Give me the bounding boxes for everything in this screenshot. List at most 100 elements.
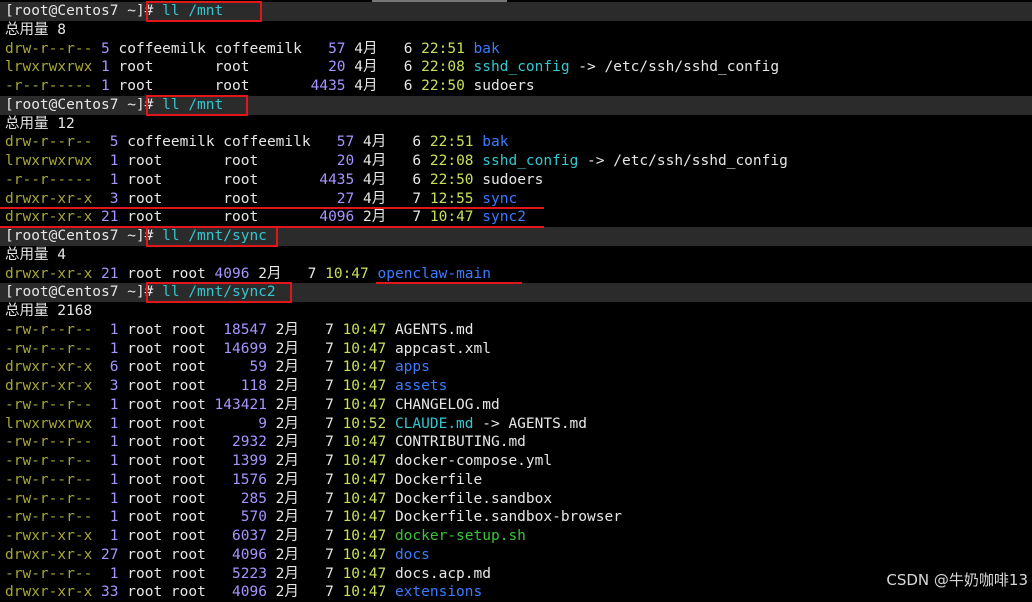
month: 2月: [275, 509, 299, 526]
file-name: Dockerfile: [394, 471, 483, 488]
day: 7: [298, 453, 334, 469]
time: 10:47: [342, 434, 387, 451]
file-entry: drw-r--r-- 5 coffeemilk coffeemilk 57 4月…: [5, 40, 500, 59]
group: root: [170, 565, 206, 582]
file-size: 1399: [205, 453, 267, 469]
file-name: assets: [394, 378, 448, 394]
file-name: openclaw-main: [377, 265, 492, 282]
file-entry: drw-r--r-- 5 coffeemilk coffeemilk 57 4月…: [5, 133, 508, 152]
owner: root: [127, 528, 163, 544]
file-name: sudoers: [473, 78, 535, 94]
annotation-underline: [0, 226, 544, 228]
terminal-window[interactable]: [root@Centos7 ~]# ll /mnt 总用量 8 drw-r--r--…: [0, 0, 1032, 601]
file-size: 20: [301, 59, 346, 76]
file-name: sync2: [482, 209, 526, 226]
permissions: -rwxr-xr-x: [5, 528, 93, 544]
link-count: 3: [92, 378, 119, 394]
day: 7: [386, 209, 422, 226]
file-size: 20: [310, 153, 355, 169]
month: 2月: [275, 321, 299, 338]
day: 6: [386, 134, 422, 151]
group: root: [170, 340, 206, 357]
link-count: 21: [92, 209, 119, 226]
permissions: -rw-r--r--: [5, 453, 93, 469]
group: root: [170, 528, 206, 544]
file-size: 57: [310, 134, 355, 151]
owner: root: [127, 471, 163, 488]
total-size: 总用量 8: [5, 21, 66, 38]
day: 6: [377, 40, 413, 57]
file-entry: drwxr-xr-x 21 root root 4096 2月 7 10:47 …: [5, 208, 526, 227]
file-size: 4096: [205, 546, 267, 563]
group: root: [170, 546, 206, 563]
link-count: 6: [92, 359, 119, 376]
time: 22:51: [421, 40, 465, 57]
link-count: 1: [92, 565, 119, 582]
file-name: bak: [482, 134, 509, 151]
permissions: -r--r-----: [5, 171, 93, 188]
time: 10:47: [342, 584, 387, 601]
file-size: 1576: [205, 471, 267, 488]
file-name: Dockerfile.sandbox-browser: [394, 509, 622, 526]
owner: root: [127, 415, 163, 432]
day: 7: [298, 434, 334, 451]
file-entry: lrwxrwxrwx 1 root root 20 4月 6 22:08 ssh…: [5, 58, 779, 77]
file-size: 285: [205, 490, 267, 507]
link-target: -> /etc/ssh/sshd_config: [578, 153, 788, 169]
owner: coffeemilk: [118, 40, 206, 57]
group: root: [223, 190, 311, 207]
file-name: sshd_config: [482, 153, 579, 169]
link-count: 1: [92, 78, 110, 94]
file-entry: -rw-r--r-- 1 root root 2932 2月 7 10:47 C…: [5, 433, 526, 452]
file-size: 14699: [205, 340, 267, 357]
link-count: 5: [92, 134, 119, 151]
group: root: [170, 509, 206, 526]
owner: root: [127, 153, 215, 169]
day: 7: [298, 471, 334, 488]
owner: root: [127, 378, 163, 394]
owner: root: [127, 546, 163, 563]
file-name: appcast.xml: [394, 340, 491, 357]
annotation-box: [146, 282, 292, 303]
file-entry: -rw-r--r-- 1 root root 1399 2月 7 10:47 d…: [5, 452, 552, 471]
owner: root: [127, 265, 163, 282]
owner: root: [127, 453, 163, 469]
shell-prompt: [root@Centos7 ~]#: [5, 284, 163, 301]
owner: root: [118, 78, 206, 94]
annotation-box: [146, 1, 262, 22]
permissions: -r--r-----: [5, 78, 93, 94]
link-count: 1: [92, 415, 119, 432]
time: 10:47: [342, 453, 387, 469]
file-entry: drwxr-xr-x 21 root root 4096 2月 7 10:47 …: [5, 265, 491, 284]
time: 10:47: [342, 509, 387, 526]
month: 4月: [363, 153, 387, 169]
file-size: 143421: [205, 396, 267, 413]
owner: root: [127, 490, 163, 507]
file-size: 4435: [301, 78, 346, 94]
day: 7: [298, 378, 334, 394]
file-size: 57: [301, 40, 346, 57]
file-entry: drwxr-xr-x 3 root root 118 2月 7 10:47 as…: [5, 377, 447, 396]
time: 10:47: [342, 340, 387, 357]
owner: root: [127, 584, 163, 601]
day: 7: [298, 321, 334, 338]
link-count: 1: [92, 453, 119, 469]
permissions: drwxr-xr-x: [5, 359, 93, 376]
owner: root: [127, 434, 163, 451]
time: 10:52: [342, 415, 387, 432]
link-target: -> AGENTS.md: [473, 415, 588, 432]
file-size: 570: [205, 509, 267, 526]
file-name: docs: [394, 546, 430, 563]
file-size: 4435: [310, 171, 355, 188]
time: 10:47: [342, 359, 387, 376]
month: 2月: [275, 453, 299, 469]
file-size: 118: [205, 378, 267, 394]
permissions: -rw-r--r--: [5, 490, 93, 507]
file-entry: drwxr-xr-x 33 root root 4096 2月 7 10:47 …: [5, 583, 482, 602]
day: 7: [298, 490, 334, 507]
file-entry: -rw-r--r-- 1 root root 14699 2月 7 10:47 …: [5, 340, 491, 359]
file-name: docker-setup.sh: [394, 528, 526, 544]
permissions: -rw-r--r--: [5, 434, 93, 451]
permissions: drwxr-xr-x: [5, 546, 93, 563]
time: 10:47: [342, 471, 387, 488]
